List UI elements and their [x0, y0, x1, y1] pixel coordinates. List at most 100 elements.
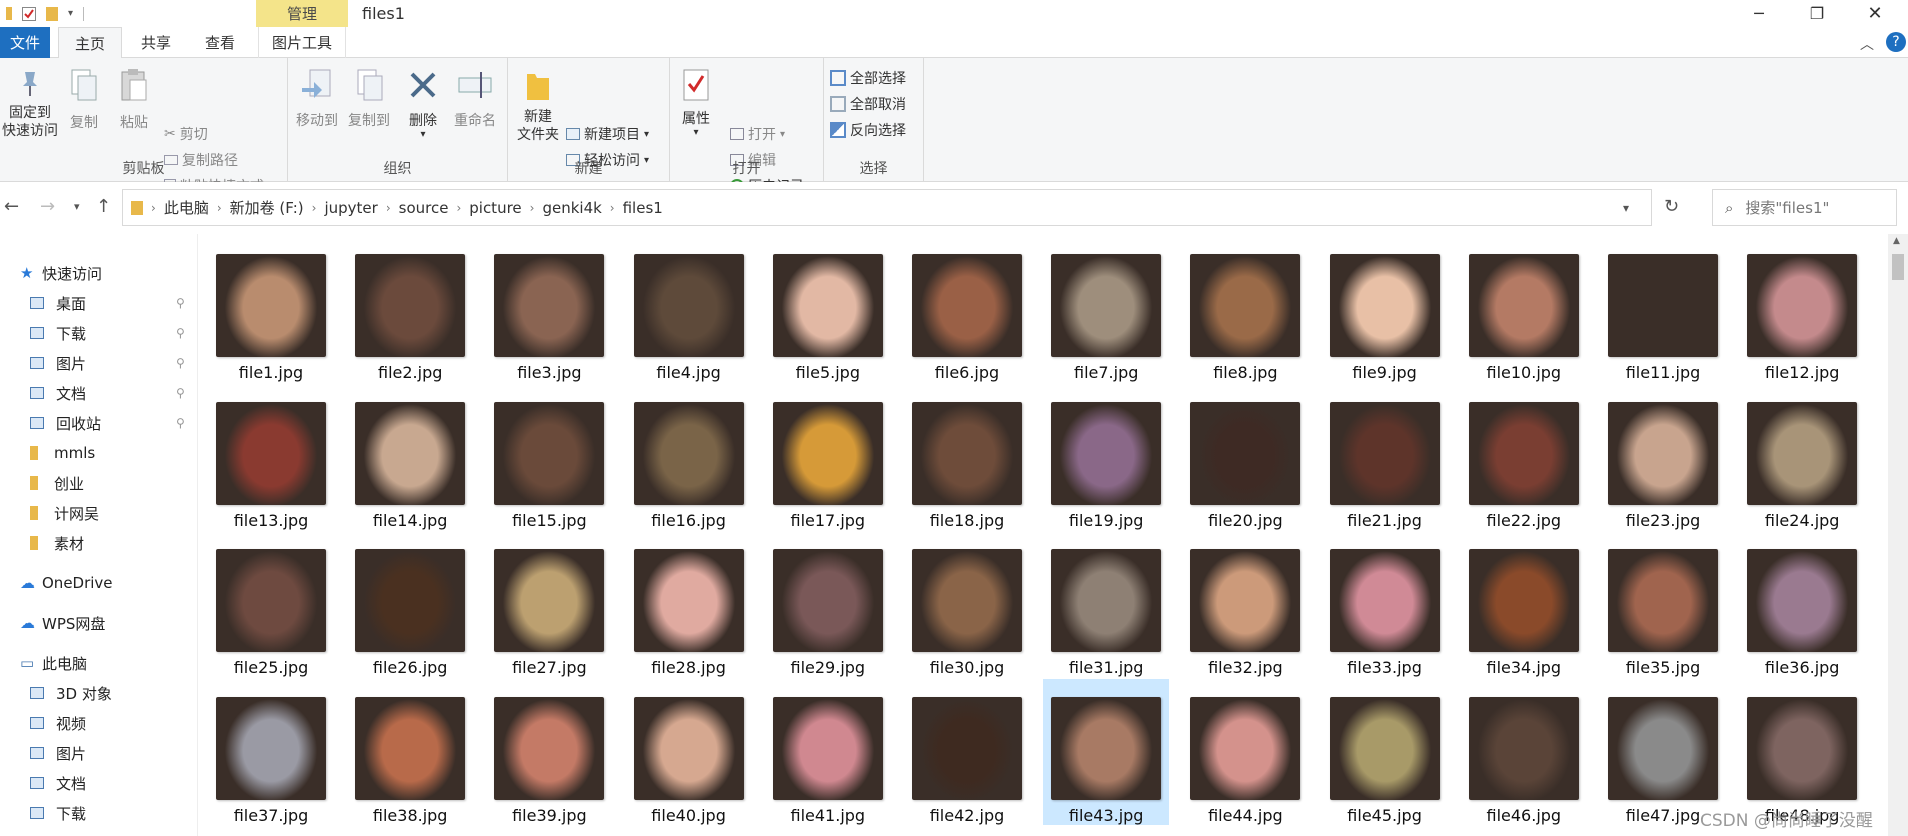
file-item[interactable]: file17.jpg	[765, 384, 891, 530]
file-item[interactable]: file32.jpg	[1182, 531, 1308, 677]
tab-share[interactable]: 共享	[128, 27, 184, 58]
properties-check-icon[interactable]	[22, 6, 36, 21]
breadcrumb-item[interactable]: 此电脑	[164, 197, 209, 218]
breadcrumb-item[interactable]: jupyter	[324, 199, 377, 217]
file-item[interactable]: file11.jpg	[1600, 236, 1726, 382]
copy-to-button[interactable]: 复制到	[344, 68, 394, 130]
file-item[interactable]: file5.jpg	[765, 236, 891, 382]
sidebar-item[interactable]: 图片 ⚲	[0, 350, 196, 376]
file-item[interactable]: file28.jpg	[626, 531, 752, 677]
properties-dropdown-icon[interactable]: ▾	[693, 128, 698, 138]
file-item[interactable]: file35.jpg	[1600, 531, 1726, 677]
sidebar-folder[interactable]: 素材	[0, 530, 196, 556]
file-item[interactable]: file27.jpg	[486, 531, 612, 677]
breadcrumb-item[interactable]: genki4k	[542, 199, 601, 217]
file-item[interactable]: file29.jpg	[765, 531, 891, 677]
sidebar-item[interactable]: 回收站 ⚲	[0, 410, 196, 436]
file-item[interactable]: file44.jpg	[1182, 679, 1308, 825]
file-item[interactable]: file40.jpg	[626, 679, 752, 825]
file-item[interactable]: file38.jpg	[347, 679, 473, 825]
back-arrow-icon[interactable]: ←	[4, 196, 19, 217]
recent-locations-icon[interactable]: ▾	[74, 200, 80, 213]
file-item[interactable]: file12.jpg	[1739, 236, 1865, 382]
up-arrow-icon[interactable]: ↑	[96, 196, 111, 217]
open-button[interactable]: 打开 ▾	[730, 122, 785, 146]
restore-button[interactable]: ❐	[1794, 0, 1840, 27]
file-item[interactable]: file46.jpg	[1461, 679, 1587, 825]
copy-button[interactable]: 复制	[62, 68, 106, 132]
file-item[interactable]: file31.jpg	[1043, 531, 1169, 677]
pin-icon[interactable]: ⚲	[176, 386, 185, 400]
tab-picture-tools[interactable]: 图片工具	[258, 27, 346, 58]
qat-dropdown-icon[interactable]: ▾	[68, 8, 73, 19]
file-item[interactable]: file34.jpg	[1461, 531, 1587, 677]
file-item[interactable]: file4.jpg	[626, 236, 752, 382]
select-all-button[interactable]: 全部选择	[830, 66, 906, 90]
scroll-up-icon[interactable]: ▲	[1893, 236, 1900, 246]
file-item[interactable]: file24.jpg	[1739, 384, 1865, 530]
sidebar-folder[interactable]: 创业	[0, 470, 196, 496]
file-item[interactable]: file6.jpg	[904, 236, 1030, 382]
file-item[interactable]: file37.jpg	[208, 679, 334, 825]
breadcrumb-item[interactable]: picture	[469, 199, 521, 217]
collapse-ribbon-icon[interactable]: ︿	[1860, 34, 1874, 54]
cut-button[interactable]: ✂ 剪切	[164, 122, 208, 146]
file-item[interactable]: file9.jpg	[1322, 236, 1448, 382]
delete-button[interactable]: 删除 ▾	[402, 68, 444, 140]
pin-icon[interactable]: ⚲	[176, 356, 185, 370]
sidebar-onedrive[interactable]: ☁ OneDrive	[0, 570, 196, 596]
file-item[interactable]: file16.jpg	[626, 384, 752, 530]
vertical-scrollbar[interactable]: ▲	[1888, 234, 1908, 836]
file-item[interactable]: file7.jpg	[1043, 236, 1169, 382]
file-item[interactable]: file2.jpg	[347, 236, 473, 382]
file-item[interactable]: file26.jpg	[347, 531, 473, 677]
file-item[interactable]: file13.jpg	[208, 384, 334, 530]
sidebar-quick-access[interactable]: ★ 快速访问	[0, 260, 196, 286]
close-button[interactable]: ✕	[1852, 0, 1898, 27]
sidebar-wps[interactable]: ☁ WPS网盘	[0, 610, 196, 636]
move-to-button[interactable]: 移动到	[292, 68, 342, 130]
pin-icon[interactable]: ⚲	[176, 326, 185, 340]
sidebar-folder[interactable]: 计网吴	[0, 500, 196, 526]
file-item[interactable]: file45.jpg	[1322, 679, 1448, 825]
search-box[interactable]: ⌕ 搜索"files1"	[1712, 189, 1897, 226]
refresh-icon[interactable]: ↻	[1664, 196, 1679, 217]
file-item[interactable]: file39.jpg	[486, 679, 612, 825]
file-item[interactable]: file30.jpg	[904, 531, 1030, 677]
file-item[interactable]: file47.jpg	[1600, 679, 1726, 825]
file-item[interactable]: file19.jpg	[1043, 384, 1169, 530]
file-item[interactable]: file3.jpg	[486, 236, 612, 382]
select-none-button[interactable]: 全部取消	[830, 92, 906, 116]
sidebar-pc-item[interactable]: 3D 对象	[0, 680, 196, 706]
scrollbar-thumb[interactable]	[1892, 254, 1904, 280]
file-item[interactable]: file36.jpg	[1739, 531, 1865, 677]
forward-arrow-icon[interactable]: →	[40, 196, 55, 217]
sidebar-pc-item[interactable]: 图片	[0, 740, 196, 766]
file-item[interactable]: file22.jpg	[1461, 384, 1587, 530]
file-item[interactable]: file42.jpg	[904, 679, 1030, 825]
minimize-button[interactable]: ─	[1736, 0, 1782, 27]
sidebar-item[interactable]: 下载 ⚲	[0, 320, 196, 346]
rename-button[interactable]: 重命名	[448, 68, 502, 130]
file-item[interactable]: file23.jpg	[1600, 384, 1726, 530]
invert-selection-button[interactable]: 反向选择	[830, 118, 906, 142]
breadcrumb-item[interactable]: source	[399, 199, 449, 217]
context-tab-manage[interactable]: 管理	[256, 0, 348, 27]
sidebar-pc-item[interactable]: 文档	[0, 770, 196, 796]
new-folder-small-icon[interactable]	[46, 6, 58, 21]
tab-home[interactable]: 主页	[58, 27, 122, 59]
file-item[interactable]: file14.jpg	[347, 384, 473, 530]
file-item[interactable]: file21.jpg	[1322, 384, 1448, 530]
pin-quick-access-button[interactable]: 固定到 快速访问	[2, 68, 58, 140]
file-item[interactable]: file15.jpg	[486, 384, 612, 530]
sidebar-this-pc[interactable]: ▭ 此电脑	[0, 650, 196, 676]
delete-dropdown-icon[interactable]: ▾	[420, 130, 425, 140]
file-item[interactable]: file25.jpg	[208, 531, 334, 677]
address-bar[interactable]: › 此电脑 › 新加卷 (F:) › jupyter › source › pi…	[122, 189, 1652, 226]
new-item-button[interactable]: 新建项目 ▾	[566, 122, 649, 146]
tab-view[interactable]: 查看	[190, 27, 250, 58]
file-item[interactable]: file8.jpg	[1182, 236, 1308, 382]
paste-button[interactable]: 粘贴	[110, 68, 158, 132]
file-item[interactable]: file10.jpg	[1461, 236, 1587, 382]
sidebar-pc-item[interactable]: 下载	[0, 800, 196, 826]
